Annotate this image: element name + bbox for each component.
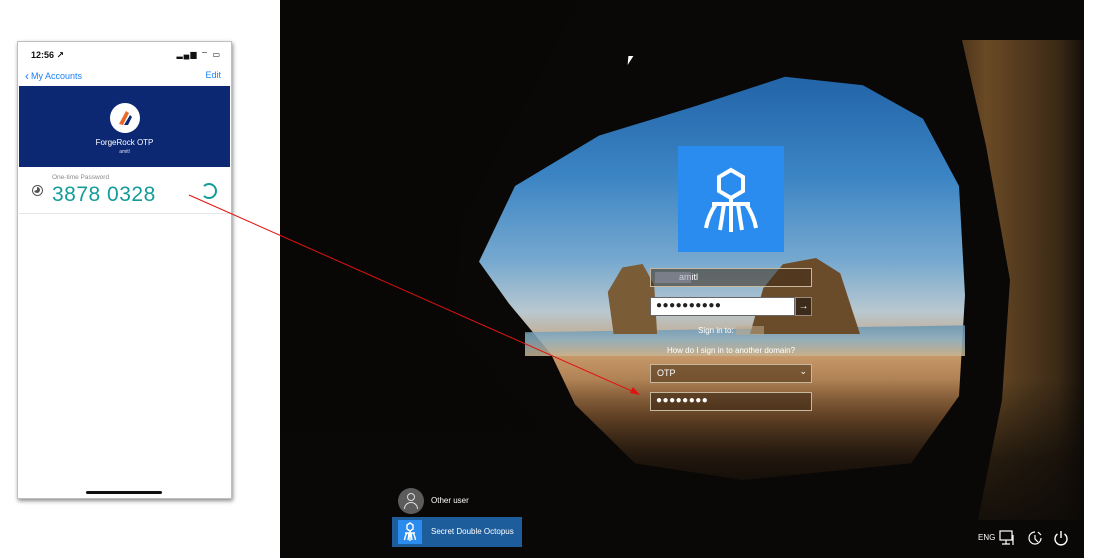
refresh-spinner-icon	[201, 183, 217, 199]
octopus-small-icon	[398, 520, 422, 544]
chevron-down-icon: ⌄	[799, 366, 807, 376]
sign-in-label: Sign in to:	[698, 326, 734, 335]
timer-icon	[32, 185, 43, 196]
sign-in-domain: Sign in to:	[678, 326, 784, 335]
ease-of-access-icon[interactable]	[1026, 529, 1044, 552]
provider-select[interactable]: OTP ⌄	[650, 364, 812, 383]
power-icon[interactable]	[1052, 529, 1070, 552]
status-bar: 12:56 ↗ ▂▄▆ ⌔ ▭	[18, 42, 231, 64]
user-avatar-icon	[398, 488, 424, 514]
user-tile-label: Other user	[431, 496, 469, 505]
account-banner: ForgeRock OTP amitl	[19, 86, 230, 167]
home-indicator	[86, 491, 162, 494]
provider-value: OTP	[657, 368, 676, 378]
chevron-left-icon: ‹	[25, 69, 29, 83]
octopus-logo-icon	[678, 146, 784, 252]
redacted-domain	[655, 272, 691, 283]
otp-input[interactable]: ●●●●●●●●	[650, 392, 812, 411]
status-icons: ▂▄▆ ⌔ ▭	[176, 50, 221, 59]
mouse-cursor-icon	[627, 56, 634, 65]
windows-lock-screen: amitl ●●●●●●●●●● → Sign in to: How do I …	[280, 0, 1084, 558]
user-tile-label: Secret Double Octopus	[431, 527, 514, 536]
back-button[interactable]: ‹ My Accounts	[25, 69, 82, 83]
user-tile-sdo[interactable]: Secret Double Octopus	[392, 517, 522, 547]
edit-button[interactable]: Edit	[205, 70, 221, 80]
submit-button[interactable]: →	[795, 297, 812, 316]
other-domain-link[interactable]: How do I sign in to another domain?	[640, 346, 822, 355]
username-field[interactable]: amitl	[650, 268, 812, 287]
password-field[interactable]: ●●●●●●●●●●	[650, 297, 795, 316]
otp-row[interactable]: One-time Password 3878 0328	[19, 169, 230, 214]
back-label: My Accounts	[31, 71, 83, 81]
account-name: ForgeRock OTP	[95, 138, 154, 147]
network-icon[interactable]	[998, 529, 1016, 552]
account-user: amitl	[119, 149, 130, 155]
redacted-domain-name	[735, 326, 764, 335]
arrow-right-icon: →	[798, 301, 809, 312]
user-tile-other[interactable]: Other user	[392, 486, 512, 516]
otp-label: One-time Password	[52, 174, 110, 181]
language-indicator[interactable]: ENG	[978, 533, 995, 542]
status-time: 12:56 ↗	[31, 50, 65, 60]
phone-screenshot: 12:56 ↗ ▂▄▆ ⌔ ▭ ‹ My Accounts Edit ForgeR…	[17, 41, 232, 499]
nav-bar: ‹ My Accounts Edit	[18, 68, 231, 86]
forgerock-logo-icon	[110, 103, 140, 133]
otp-code: 3878 0328	[52, 183, 156, 206]
